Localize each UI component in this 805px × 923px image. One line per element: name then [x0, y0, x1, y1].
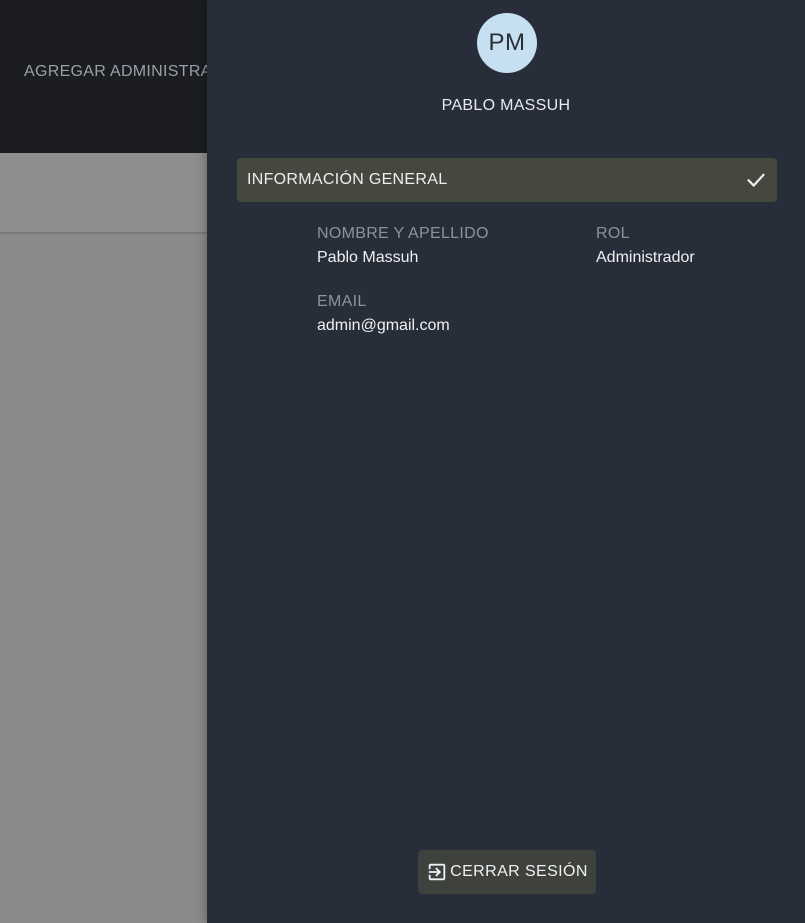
role-label: ROL	[596, 225, 630, 242]
section-title: INFORMACIÓN GENERAL	[247, 171, 448, 188]
name-value: Pablo Massuh	[317, 249, 419, 266]
user-name: PABLO MASSUH	[441, 97, 571, 114]
role-value: Administrador	[596, 249, 695, 266]
email-value: admin@gmail.com	[317, 317, 450, 334]
general-info-section-header[interactable]: INFORMACIÓN GENERAL	[237, 158, 777, 202]
logout-label: CERRAR SESIÓN	[450, 863, 588, 880]
check-icon	[747, 173, 765, 188]
email-label: EMAIL	[317, 293, 367, 310]
name-label: NOMBRE Y APELLIDO	[317, 225, 489, 242]
add-admin-tab-label: AGREGAR ADMINISTRA	[24, 63, 212, 80]
logout-button[interactable]: CERRAR SESIÓN	[418, 850, 596, 894]
avatar: PM	[477, 13, 537, 73]
logout-icon	[428, 863, 446, 881]
profile-drawer: PM PABLO MASSUH INFORMACIÓN GENERAL NOMB…	[207, 0, 805, 923]
